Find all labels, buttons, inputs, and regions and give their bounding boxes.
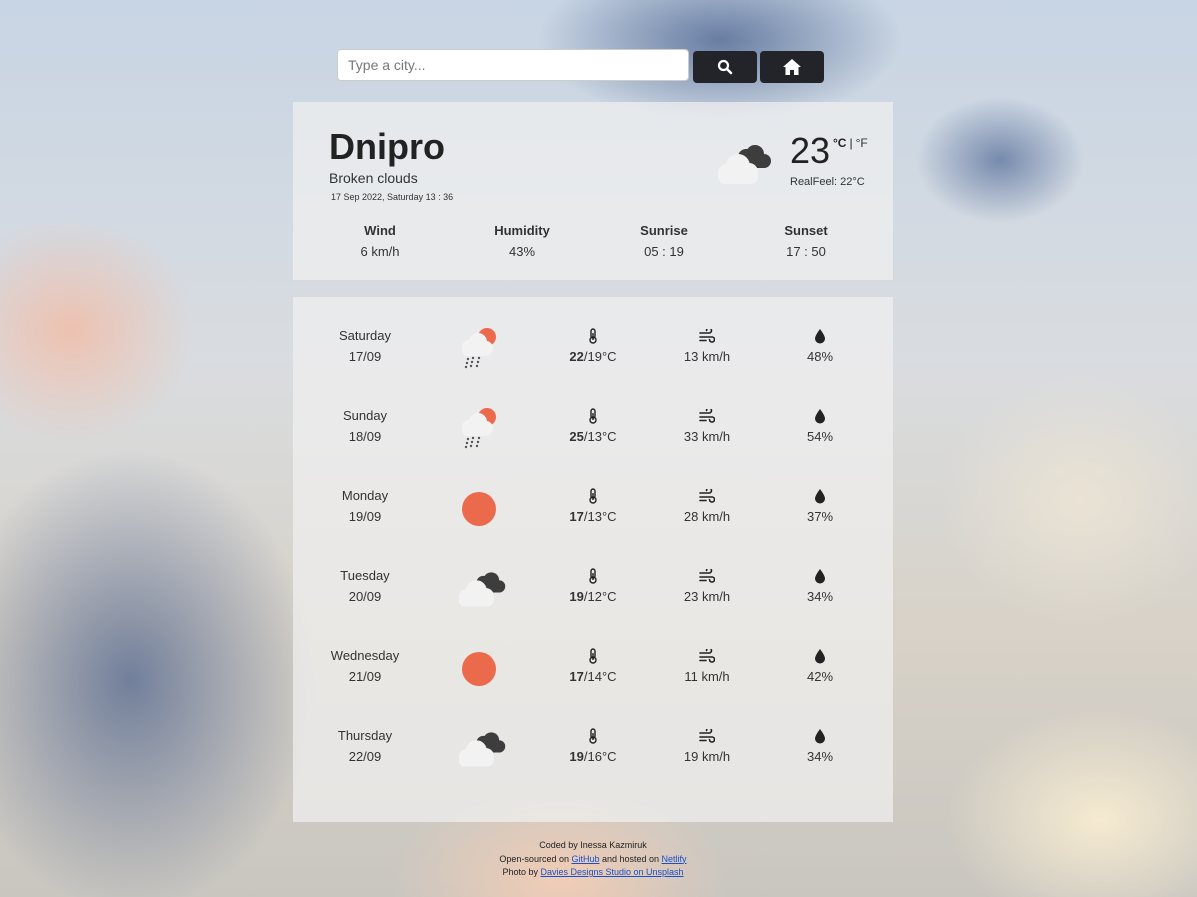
forecast-panel: Saturday 17/09 22/19°C 13 km/h 48% Sunday… [293, 297, 893, 822]
wind-icon [699, 729, 715, 743]
sun-icon [455, 645, 503, 693]
forecast-humidity: 54% [770, 405, 870, 447]
droplet-icon [814, 488, 826, 504]
forecast-temperature: 17/13°C [543, 485, 643, 527]
stat-sunrise: Sunrise 05 : 19 [614, 223, 714, 259]
stat-value: 6 km/h [360, 244, 400, 259]
stat-value: 17 : 50 [786, 244, 826, 259]
rain-sun-icon [455, 325, 503, 373]
forecast-humidity: 34% [770, 565, 870, 607]
droplet-icon [814, 408, 826, 424]
github-link[interactable]: GitHub [571, 854, 599, 864]
forecast-row: Monday 19/09 17/13°C 28 km/h 37% [293, 485, 893, 545]
wind-icon [699, 329, 715, 343]
forecast-day: Sunday 18/09 [342, 408, 388, 444]
forecast-row: Wednesday 21/09 17/14°C 11 km/h 42% [293, 645, 893, 705]
footer-source: Open-sourced on GitHub and hosted on Net… [499, 853, 687, 864]
forecast-row: Sunday 18/09 25/13°C 33 km/h 54% [293, 405, 893, 465]
photo-credit-link[interactable]: Davies Designs Studio on Unsplash [540, 867, 683, 877]
wind-icon [699, 569, 715, 583]
search-button[interactable] [693, 51, 757, 83]
wind-icon [699, 409, 715, 423]
stat-label: Humidity [494, 223, 550, 238]
forecast-day: Tuesday 20/09 [340, 568, 390, 604]
broken-clouds-icon [451, 565, 507, 613]
city-name: Dnipro [329, 126, 445, 167]
rain-sun-icon [455, 405, 503, 453]
unit-toggle: °C | °F [833, 136, 868, 150]
broken-clouds-icon [451, 725, 507, 773]
thermometer-icon [587, 408, 599, 424]
footer: Coded by Inessa Kazmiruk Open-sourced on… [400, 839, 786, 880]
thermometer-icon [587, 328, 599, 344]
forecast-row: Thursday 22/09 19/16°C 19 km/h 34% [293, 725, 893, 785]
stat-humidity: Humidity 43% [472, 223, 572, 259]
droplet-icon [814, 728, 826, 744]
home-icon [783, 59, 801, 75]
footer-photo: Photo by Davies Designs Studio on Unspla… [502, 867, 684, 877]
forecast-wind: 13 km/h [657, 325, 757, 367]
forecast-humidity: 37% [770, 485, 870, 527]
forecast-humidity: 34% [770, 725, 870, 767]
current-weather-panel: Dnipro Broken clouds 17 Sep 2022, Saturd… [293, 102, 893, 280]
forecast-wind: 19 km/h [657, 725, 757, 767]
stat-label: Sunset [784, 223, 828, 238]
forecast-temperature: 22/19°C [543, 325, 643, 367]
sun-icon [455, 485, 503, 533]
thermometer-icon [587, 568, 599, 584]
thermometer-icon [587, 728, 599, 744]
wind-icon [699, 649, 715, 663]
forecast-row: Tuesday 20/09 19/12°C 23 km/h 34% [293, 565, 893, 625]
forecast-day: Thursday 22/09 [337, 728, 393, 764]
netlify-link[interactable]: Netlify [662, 854, 687, 864]
forecast-row: Saturday 17/09 22/19°C 13 km/h 48% [293, 325, 893, 385]
unit-separator: | [849, 136, 853, 150]
city-search-input[interactable] [337, 49, 689, 81]
search-icon [717, 59, 733, 75]
forecast-temperature: 19/16°C [543, 725, 643, 767]
thermometer-icon [587, 488, 599, 504]
stat-value: 05 : 19 [644, 244, 684, 259]
stat-wind: Wind 6 km/h [330, 223, 430, 259]
droplet-icon [814, 328, 826, 344]
weather-description: Broken clouds [329, 170, 418, 186]
current-temperature: 23 [790, 130, 831, 171]
forecast-day: Saturday 17/09 [338, 328, 392, 364]
stat-label: Sunrise [640, 223, 688, 238]
forecast-day: Monday 19/09 [341, 488, 389, 524]
stat-sunset: Sunset 17 : 50 [756, 223, 856, 259]
thermometer-icon [587, 648, 599, 664]
forecast-wind: 28 km/h [657, 485, 757, 527]
current-date: 17 Sep 2022, Saturday 13 : 36 [331, 192, 454, 202]
droplet-icon [814, 568, 826, 584]
celsius-link[interactable]: °C [833, 136, 846, 150]
fahrenheit-link[interactable]: °F [856, 136, 868, 150]
forecast-humidity: 48% [770, 325, 870, 367]
forecast-wind: 33 km/h [657, 405, 757, 447]
droplet-icon [814, 648, 826, 664]
forecast-humidity: 42% [770, 645, 870, 687]
search-bar [337, 49, 827, 85]
stat-label: Wind [364, 223, 396, 238]
footer-credit: Coded by Inessa Kazmiruk [539, 840, 647, 850]
broken-clouds-icon [709, 140, 773, 188]
home-button[interactable] [760, 51, 824, 83]
forecast-wind: 11 km/h [657, 645, 757, 687]
wind-icon [699, 489, 715, 503]
forecast-day: Wednesday 21/09 [330, 648, 400, 684]
forecast-wind: 23 km/h [657, 565, 757, 607]
forecast-temperature: 19/12°C [543, 565, 643, 607]
forecast-temperature: 25/13°C [543, 405, 643, 447]
forecast-temperature: 17/14°C [543, 645, 643, 687]
realfeel: RealFeel: 22°C [790, 176, 865, 188]
stat-value: 43% [508, 244, 536, 259]
